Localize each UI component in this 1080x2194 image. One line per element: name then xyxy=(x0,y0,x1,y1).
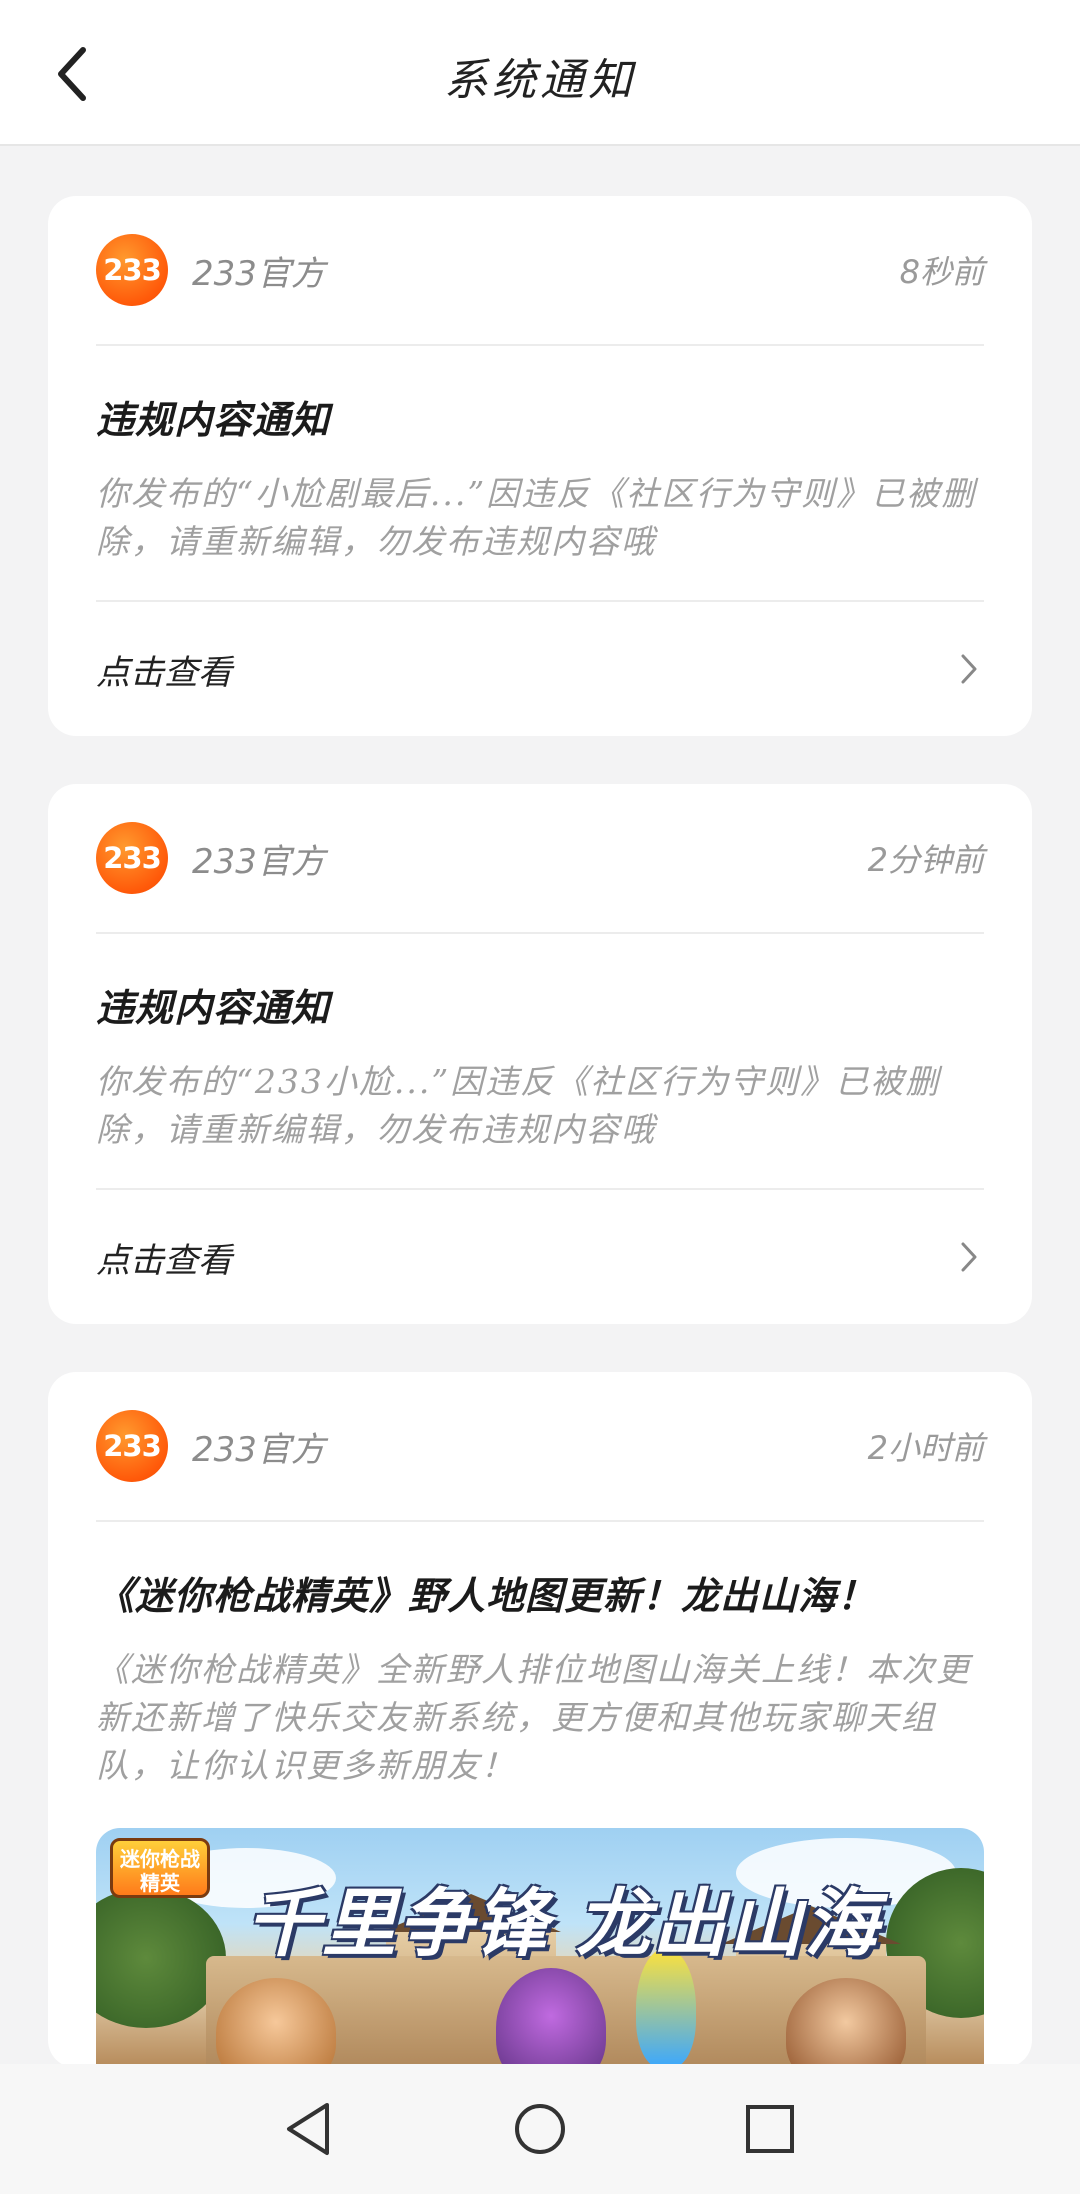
sender-name: 233官方 xyxy=(192,253,325,294)
system-navigation-bar xyxy=(0,2064,1080,2194)
chevron-right-icon xyxy=(954,649,984,689)
timestamp: 2小时前 xyxy=(867,1429,984,1467)
notification-description: 《迷你枪战精英》全新野人排位地图山海关上线！本次更新还新增了快乐交友新系统，更方… xyxy=(96,1650,971,1785)
triangle-back-icon xyxy=(287,2103,329,2155)
notification-card[interactable]: 233 233官方 2小时前 《迷你枪战精英》野人地图更新！龙出山海！ 《迷你枪… xyxy=(48,1372,1032,2068)
top-bar: 系统通知 xyxy=(0,0,1080,146)
notification-card[interactable]: 233 233官方 2分钟前 违规内容通知 你发布的“233小尬...”因违反《… xyxy=(48,784,1032,1324)
notification-list[interactable]: 233 233官方 8秒前 违规内容通知 你发布的“小尬剧最后...”因违反《社… xyxy=(48,196,1032,2116)
timestamp: 8秒前 xyxy=(899,253,984,291)
card-body: 违规内容通知 你发布的“小尬剧最后...”因违反《社区行为守则》已被删除，请重新… xyxy=(96,346,984,600)
view-details-row[interactable]: 点击查看 xyxy=(96,1188,984,1324)
notification-description: 你发布的“小尬剧最后...”因违反《社区行为守则》已被删除，请重新编辑，勿发布违… xyxy=(96,474,977,561)
game-logo: 迷你枪战精英 xyxy=(110,1838,210,1898)
card-body: 《迷你枪战精英》野人地图更新！龙出山海！ 《迷你枪战精英》全新野人排位地图山海关… xyxy=(96,1522,984,2068)
sender-name: 233官方 xyxy=(192,1429,325,1470)
nav-home-button[interactable] xyxy=(508,2097,572,2161)
banner-slogan-left: 千里争锋 xyxy=(246,1881,550,1967)
timestamp: 2分钟前 xyxy=(867,841,984,879)
card-header: 233 233官方 2分钟前 xyxy=(96,784,984,934)
avatar[interactable]: 233 xyxy=(96,1410,168,1482)
circle-home-icon xyxy=(515,2104,565,2154)
page: 系统通知 233 233官方 8秒前 违规内容通知 你发布的“小尬剧最后...”… xyxy=(0,0,1080,2194)
nav-back-button[interactable] xyxy=(276,2097,340,2161)
avatar[interactable]: 233 xyxy=(96,822,168,894)
chevron-right-icon xyxy=(954,1237,984,1277)
notification-title: 《迷你枪战精英》野人地图更新！龙出山海！ xyxy=(96,1574,877,1618)
view-details-row[interactable]: 点击查看 xyxy=(96,600,984,736)
view-details-label: 点击查看 xyxy=(96,1240,232,1281)
avatar[interactable]: 233 xyxy=(96,234,168,306)
card-header: 233 233官方 8秒前 xyxy=(96,196,984,346)
square-recents-icon xyxy=(746,2105,794,2153)
notification-card[interactable]: 233 233官方 8秒前 违规内容通知 你发布的“小尬剧最后...”因违反《社… xyxy=(48,196,1032,736)
banner-slogan-right: 龙出山海 xyxy=(576,1881,880,1967)
notification-description: 你发布的“233小尬...”因违反《社区行为守则》已被删除，请重新编辑，勿发布违… xyxy=(96,1062,941,1149)
notification-title: 违规内容通知 xyxy=(96,398,331,442)
view-details-label: 点击查看 xyxy=(96,652,232,693)
page-title: 系统通知 xyxy=(444,55,636,106)
sender-name: 233官方 xyxy=(192,841,325,882)
card-body: 违规内容通知 你发布的“233小尬...”因违反《社区行为守则》已被删除，请重新… xyxy=(96,934,984,1188)
notification-title: 违规内容通知 xyxy=(96,986,331,1030)
nav-recents-button[interactable] xyxy=(738,2097,802,2161)
game-banner-image[interactable]: 迷你枪战精英 千里争锋 龙出山海 xyxy=(96,1828,984,2068)
card-header: 233 233官方 2小时前 xyxy=(96,1372,984,1522)
